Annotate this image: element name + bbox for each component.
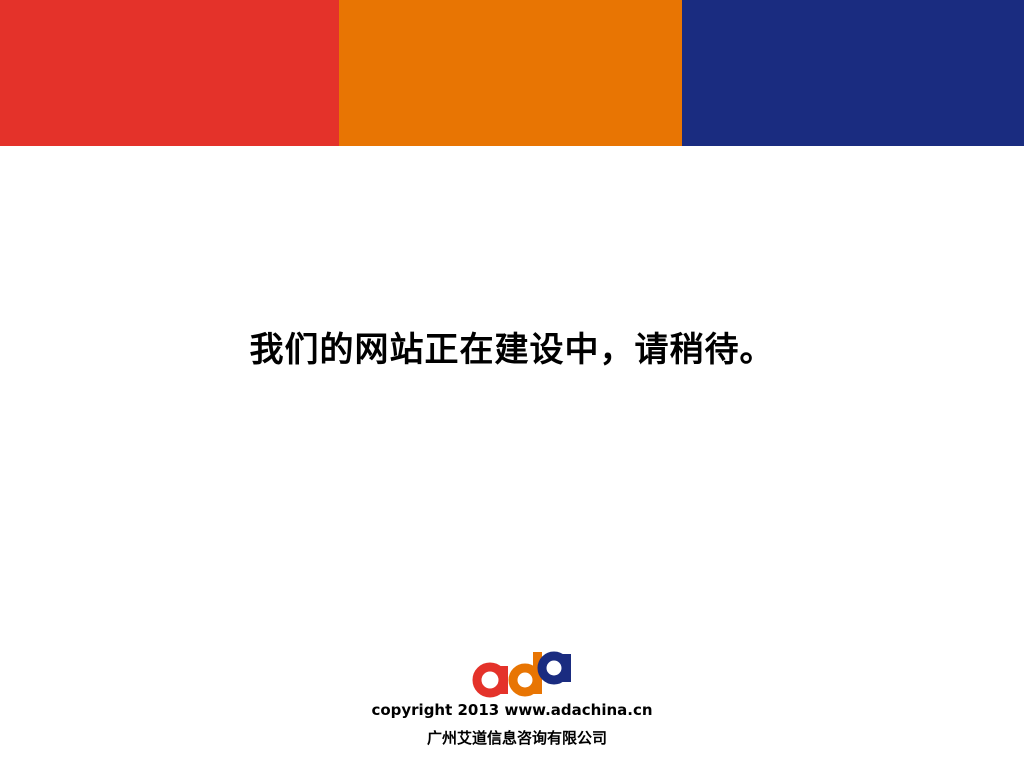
color-block-orange [339,0,682,146]
company-name: 广州艾道信息咨询有限公司 [426,729,607,747]
color-block-blue [682,0,1024,146]
header-color-bar [0,0,1024,146]
logo-letter-d-orange [508,652,542,697]
color-block-red [0,0,339,146]
logo-letter-a-red [472,662,508,698]
copyright-text: copyright 2013 www.adachina.cn [371,701,653,719]
logo-letter-a-blue [537,651,571,685]
ada-logo [472,651,571,698]
page: 我们的网站正在建设中，请稍待。 copyright 2013 www.adach… [0,0,1024,759]
under-construction-message: 我们的网站正在建设中，请稍待。 [249,330,775,370]
